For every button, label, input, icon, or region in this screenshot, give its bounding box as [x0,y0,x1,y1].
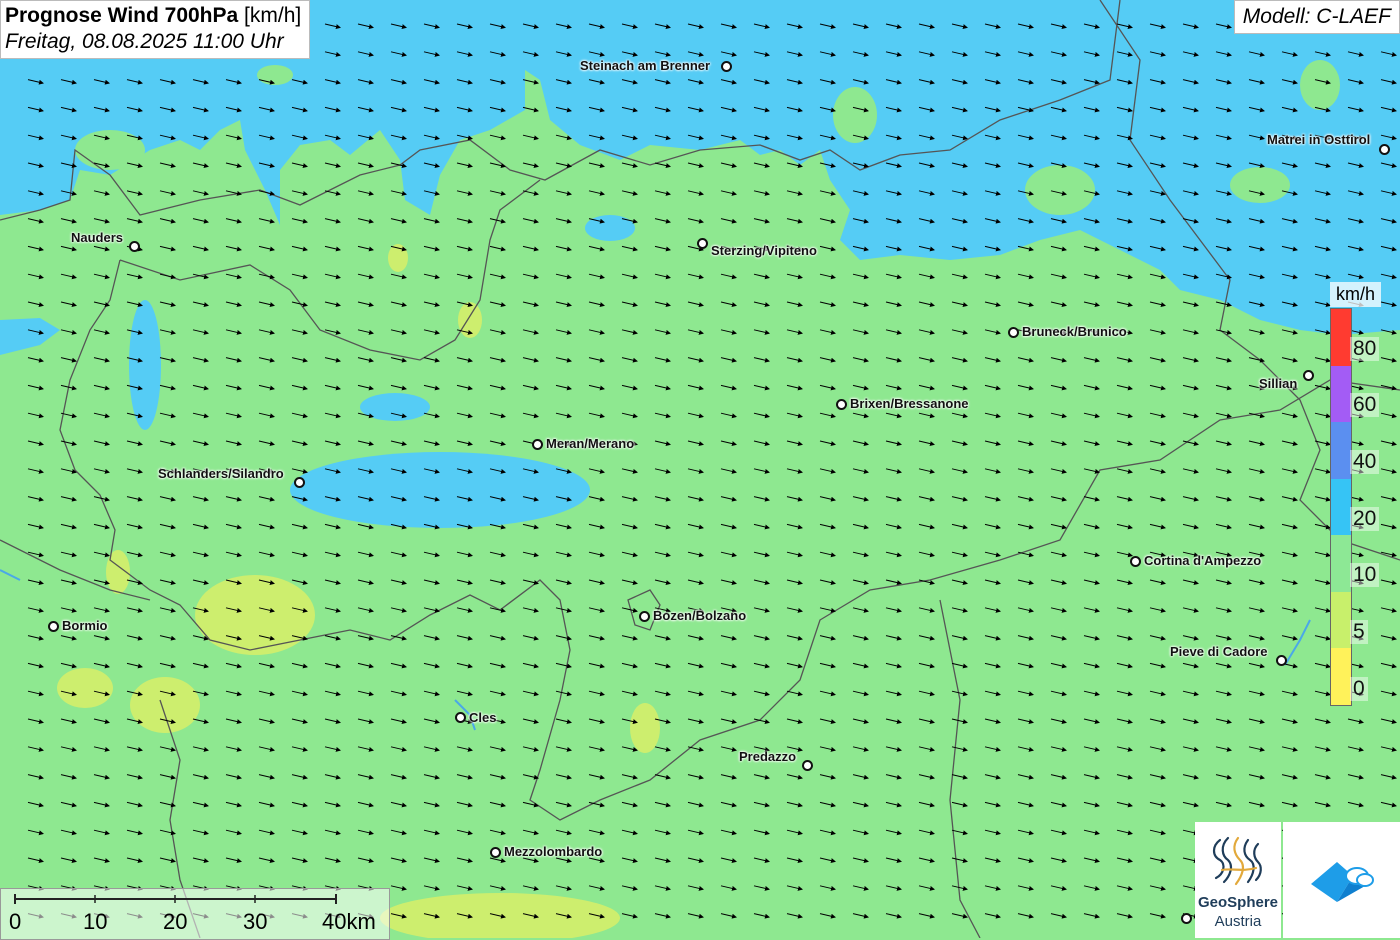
legend-segment [1331,478,1351,536]
legend-segment [1331,365,1351,423]
scale-bar: 0 10 20 30 40km [0,888,390,940]
city-label-schlanders: Schlanders/Silandro [158,466,284,481]
map-title: Prognose Wind 700hPa [km/h] [5,4,301,28]
geosphere-country: Austria [1214,913,1262,930]
calm-island-4 [75,130,145,170]
city-marker[interactable] [1276,655,1287,666]
city-marker[interactable] [532,439,543,450]
legend-segment [1331,309,1351,366]
map-title-box: Prognose Wind 700hPa [km/h] Freitag, 08.… [0,0,311,59]
legend-segment [1331,535,1351,592]
city-marker[interactable] [490,847,501,858]
city-label-bormio: Bormio [62,618,108,633]
legend-unit: km/h [1330,282,1382,307]
geosphere-logo[interactable]: GeoSphere Austria [1195,822,1281,938]
calm-island-2 [1230,167,1290,203]
calm-island-6 [833,87,877,143]
city-marker[interactable] [1008,327,1019,338]
scale-label-40km: 40km [322,909,376,934]
city-marker[interactable] [1130,556,1141,567]
cloud-diamond-icon [1311,862,1374,902]
scale-label-10: 10 [83,909,108,934]
city-label-meran: Meran/Merano [546,436,635,451]
city-label-mezzolombardo: Mezzolombardo [504,844,603,859]
legend-label-20: 20 [1350,507,1380,531]
legend-label-80: 80 [1350,337,1380,361]
scale-label-20: 20 [163,909,188,934]
calm-island-3 [1025,165,1095,215]
city-marker[interactable] [1379,144,1390,155]
city-marker[interactable] [129,241,140,252]
city-marker[interactable] [455,712,466,723]
legend-label-5: 5 [1350,620,1368,644]
legend-bar [1330,308,1352,706]
color-legend: km/h 80 60 40 20 10 5 0 [1330,282,1386,710]
city-label-bruneck: Bruneck/Brunico [1022,324,1127,339]
map-title-unit: [km/h] [244,4,302,27]
scale-label-30: 30 [243,909,268,934]
city-label-nauders: Nauders [71,230,124,245]
legend-label-10: 10 [1350,563,1380,587]
wind-zone-5-10-b [130,677,200,733]
wind-zone-20-40-west [129,300,161,430]
city-label-brixen: Brixen/Bressanone [850,396,969,411]
city-marker[interactable] [802,760,813,771]
wind-zone-5-10-a [195,575,315,655]
model-label: Modell: C-LAEF [1233,0,1400,34]
calm-island-1 [1300,60,1340,110]
geosphere-name: GeoSphere [1197,894,1279,911]
wind-zone-20-40-meran [290,452,590,528]
wind-zone-20-40-small [360,393,430,421]
city-label-cortina: Cortina d'Ampezzo [1144,553,1262,568]
map-title-main: Prognose Wind 700hPa [5,4,239,27]
city-marker[interactable] [721,61,732,72]
city-label-cles: Cles [469,710,497,725]
city-marker[interactable] [48,621,59,632]
city-label-bozen: Bozen/Bolzano [653,608,747,623]
city-label-predazzo: Predazzo [739,749,797,764]
city-marker[interactable] [836,399,847,410]
city-label-sterzing: Sterzing/Vipiteno [711,243,817,258]
city-label-matrei: Matrei in Osttirol [1267,132,1371,147]
wind-zone-20-40-ridge [585,215,635,241]
city-marker[interactable] [1303,370,1314,381]
calm-island-5 [257,65,293,85]
legend-segment [1331,648,1351,705]
legend-label-60: 60 [1350,393,1380,417]
city-marker[interactable] [697,238,708,249]
legend-label-40: 40 [1350,450,1380,474]
city-marker[interactable] [294,477,305,488]
wind-zone-5-10-d [630,703,660,753]
legend-label-0: 0 [1350,677,1368,701]
city-label-sillian: Sillian [1259,376,1298,391]
legend-segment [1331,591,1351,649]
legend-segment [1331,422,1351,479]
map-date: Freitag, 08.08.2025 11:00 Uhr [5,30,284,53]
city-label-pieve: Pieve di Cadore [1170,644,1268,659]
city-label-steinach: Steinach am Brenner [580,58,711,73]
scale-label-0: 0 [9,909,22,934]
wind-zone-5-10-c [57,668,113,708]
city-marker[interactable] [639,611,650,622]
city-marker[interactable] [1181,913,1192,924]
weather-app-logo[interactable] [1283,822,1400,938]
geosphere-emblem-icon [1212,836,1262,886]
